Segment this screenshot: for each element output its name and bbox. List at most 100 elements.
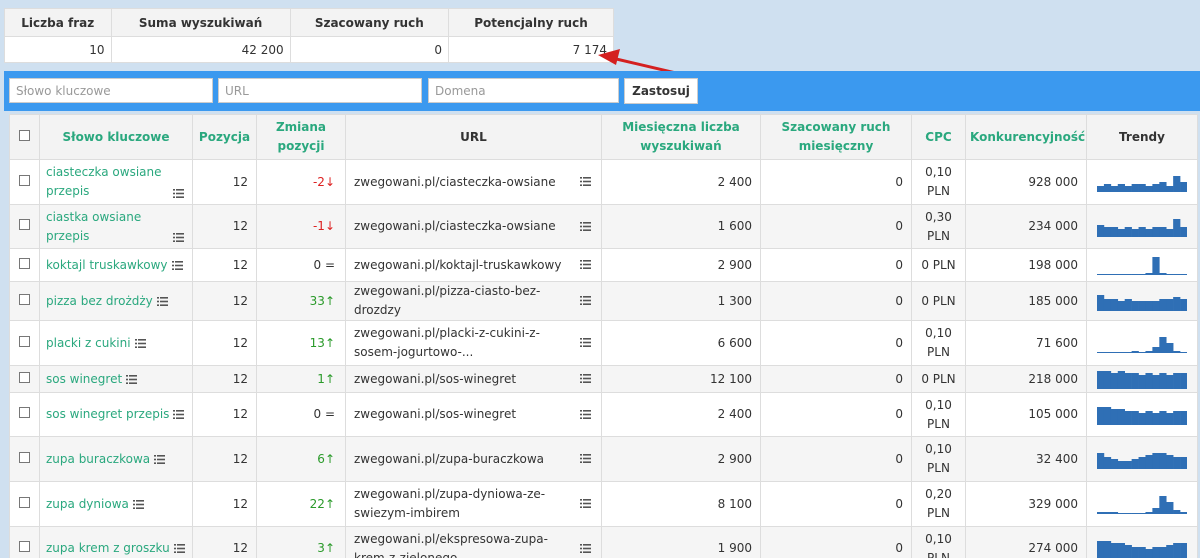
list-icon[interactable] <box>580 543 591 553</box>
list-icon[interactable] <box>580 177 591 186</box>
trend-bar <box>1159 410 1167 425</box>
row-checkbox[interactable] <box>19 541 30 552</box>
trend-bar <box>1159 182 1167 192</box>
change-direction-icon: ↑ <box>324 451 335 466</box>
keyword-link[interactable]: placki z cukini <box>46 336 131 350</box>
trend-bar <box>1110 352 1119 353</box>
header-keyword[interactable]: Słowo kluczowe <box>39 114 193 160</box>
header-cpc[interactable]: CPC <box>911 114 966 160</box>
table-row: sos winegret 12 1↑ zwegowani.pl/sos-wine… <box>9 365 1198 393</box>
list-icon[interactable] <box>173 233 184 242</box>
row-checkbox[interactable] <box>19 451 30 463</box>
trend-bar <box>1124 410 1132 425</box>
trend-bar <box>1110 408 1119 425</box>
row-checkbox[interactable] <box>19 174 30 186</box>
change-value: 3 <box>317 541 325 555</box>
monthly-searches-cell: 1 900 <box>601 526 761 558</box>
url-link[interactable]: zwegowani.pl/zupa-dyniowa-ze-swiezym-imb… <box>354 485 593 523</box>
list-icon[interactable] <box>173 544 185 553</box>
keyword-filter-input[interactable] <box>9 78 213 103</box>
url-link[interactable]: zwegowani.pl/sos-winegret <box>354 370 593 389</box>
position-cell: 12 <box>192 204 257 249</box>
trend-bar <box>1103 226 1112 237</box>
trend-bar <box>1097 406 1105 425</box>
header-monthly-searches[interactable]: Miesięczna liczba wyszukiwań <box>601 114 761 160</box>
keyword-link[interactable]: zupa dyniowa <box>46 497 129 511</box>
list-icon[interactable] <box>580 374 591 383</box>
trend-bar <box>1173 351 1181 353</box>
list-icon[interactable] <box>156 296 168 306</box>
list-icon[interactable] <box>173 410 185 419</box>
list-icon[interactable] <box>132 499 144 509</box>
trend-sparkline <box>1097 337 1187 353</box>
row-checkbox[interactable] <box>19 496 30 508</box>
list-icon[interactable] <box>134 338 146 348</box>
keyword-link[interactable]: sos winegret przepis <box>46 407 169 421</box>
keyword-link[interactable]: sos winegret <box>46 372 122 386</box>
trend-bar <box>1159 299 1167 311</box>
trend-bar <box>1131 513 1139 514</box>
trend-cell <box>1086 159 1198 205</box>
apply-button[interactable]: Zastosuj <box>624 78 698 104</box>
list-icon[interactable] <box>154 454 166 464</box>
url-link[interactable]: zwegowani.pl/ciasteczka-owsiane <box>354 217 593 236</box>
row-select-cell <box>9 481 40 527</box>
keyword-cell: ciasteczka owsiane przepis <box>39 159 193 205</box>
url-link[interactable]: zwegowani.pl/ciasteczka-owsiane <box>354 173 593 192</box>
keyword-link[interactable]: koktajl truskawkowy <box>46 258 168 272</box>
select-all-checkbox[interactable] <box>19 129 30 141</box>
url-link[interactable]: zwegowani.pl/pizza-ciasto-bez-drozdzy <box>354 282 593 320</box>
trend-bar <box>1159 273 1167 275</box>
list-icon[interactable] <box>126 374 138 384</box>
header-est-traffic[interactable]: Szacowany ruch miesięczny <box>760 114 912 160</box>
row-checkbox[interactable] <box>19 257 30 269</box>
list-icon[interactable] <box>580 409 591 419</box>
trend-bar <box>1097 512 1105 514</box>
trend-bar <box>1117 274 1125 275</box>
est-traffic-cell: 0 <box>760 320 912 366</box>
trend-bar <box>1173 176 1181 192</box>
row-checkbox[interactable] <box>19 407 30 418</box>
keyword-link[interactable]: zupa buraczkowa <box>46 452 150 466</box>
url-link[interactable]: zwegowani.pl/zupa-buraczkowa <box>354 450 593 469</box>
row-checkbox[interactable] <box>19 219 30 230</box>
row-select-cell <box>9 526 40 558</box>
list-icon[interactable] <box>171 260 183 270</box>
trend-bar <box>1173 410 1181 425</box>
list-icon[interactable] <box>580 296 591 305</box>
list-icon[interactable] <box>580 260 591 269</box>
est-traffic-cell: 0 <box>760 436 912 482</box>
trend-bar <box>1103 299 1112 311</box>
list-icon[interactable] <box>173 189 184 198</box>
trend-bar <box>1166 228 1174 237</box>
row-select-cell <box>9 392 40 437</box>
keyword-link[interactable]: ciasteczka owsiane przepis <box>46 165 162 198</box>
row-checkbox[interactable] <box>19 371 30 383</box>
header-competition[interactable]: Konkurencyjność <box>965 114 1087 160</box>
header-change[interactable]: Zmiana pozycji <box>256 114 346 160</box>
row-checkbox[interactable] <box>19 335 30 347</box>
list-icon[interactable] <box>580 221 591 231</box>
change-cell: 0 = <box>256 392 346 437</box>
url-filter-input[interactable] <box>218 78 422 103</box>
row-checkbox[interactable] <box>19 293 30 305</box>
list-icon[interactable] <box>580 454 591 463</box>
trend-bar <box>1173 542 1181 558</box>
trend-bar <box>1166 544 1174 558</box>
table-row: sos winegret przepis 12 0 = zwegowani.pl… <box>9 392 1198 437</box>
trend-bar <box>1166 375 1174 389</box>
url-link[interactable]: zwegowani.pl/ekspresowa-zupa-krem-z-ziel… <box>354 530 593 558</box>
trend-bar <box>1103 274 1112 275</box>
header-position[interactable]: Pozycja <box>192 114 257 160</box>
change-cell: 1↑ <box>256 365 346 393</box>
keyword-link[interactable]: ciastka owsiane przepis <box>46 210 141 243</box>
url-link[interactable]: zwegowani.pl/placki-z-cukini-z-sosem-jog… <box>354 324 593 362</box>
list-icon[interactable] <box>580 499 591 508</box>
keyword-link[interactable]: zupa krem z groszku <box>46 541 170 555</box>
url-cell: zwegowani.pl/placki-z-cukini-z-sosem-jog… <box>345 320 602 366</box>
keyword-link[interactable]: pizza bez drożdży <box>46 294 153 308</box>
url-link[interactable]: zwegowani.pl/koktajl-truskawkowy <box>354 256 593 275</box>
url-link[interactable]: zwegowani.pl/sos-winegret <box>354 405 593 424</box>
domain-filter-input[interactable] <box>428 78 619 103</box>
list-icon[interactable] <box>580 338 591 347</box>
